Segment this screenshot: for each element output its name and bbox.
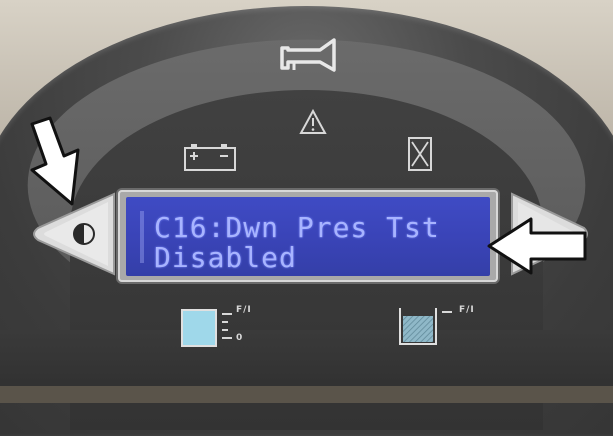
water-level-gauge-icon [181,309,232,347]
warning-triangle-icon [299,108,327,134]
bottom-strip [0,386,613,403]
horn-icon[interactable] [276,34,342,78]
gauge-a-bottom-mark: 0 [236,333,244,343]
gauge-b-mark: F/I [459,305,475,315]
lcd-cursor-mark [140,211,144,263]
hourglass-icon [408,137,432,171]
lcd-line-1: C16:Dwn Pres Tst [154,211,440,244]
recovery-tank-gauge-icon [399,308,452,345]
callout-arrow-left [487,217,587,275]
lcd-line-2: Disabled [154,241,297,274]
lcd-display: C16:Dwn Pres Tst Disabled [126,197,490,276]
battery-icon [184,144,236,171]
gauge-a-top-mark: F/I [236,305,252,315]
lower-panel [0,330,613,403]
callout-arrow-down [30,116,80,206]
contrast-button-icon [73,223,95,245]
